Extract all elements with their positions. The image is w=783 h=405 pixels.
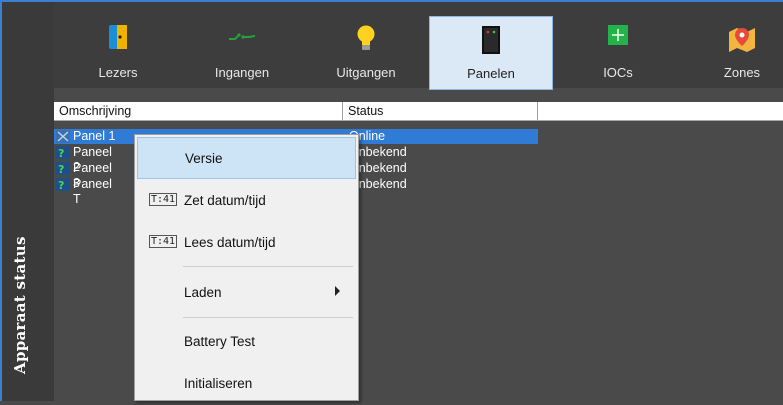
menu-item-label: Lees datum/tijd — [184, 235, 276, 250]
menu-item-label: Zet datum/tijd — [184, 193, 266, 208]
clock-icon: T:41 — [149, 235, 178, 248]
toolbar-button-lezers[interactable]: Lezers — [56, 16, 180, 90]
unknown-status-icon: ? — [56, 162, 70, 176]
toolbar-label: Lezers — [98, 65, 138, 80]
menu-item-label: Battery Test — [184, 334, 256, 349]
reader-icon — [108, 24, 128, 53]
row-name: Paneel T — [73, 177, 112, 206]
menu-item-versie[interactable]: Versie — [137, 137, 356, 179]
toolbar-label: IOCs — [603, 65, 633, 80]
map-pin-icon — [727, 24, 757, 55]
column-header-omschrijving[interactable]: Omschrijving — [54, 102, 343, 120]
svg-text:?: ? — [58, 147, 64, 159]
menu-item-label: Versie — [185, 151, 223, 166]
menu-separator — [183, 317, 353, 318]
toolbar: Lezers Ingangen Uitgangen Panelen IOCs Z… — [54, 2, 783, 90]
ioc-board-icon — [607, 24, 629, 49]
toolbar-button-iocs[interactable]: IOCs — [556, 16, 680, 90]
submenu-arrow-icon — [335, 286, 340, 296]
panel-online-icon — [56, 130, 70, 143]
menu-item-zet-datum-tijd[interactable]: T:41 Zet datum/tijd — [137, 180, 356, 222]
context-menu: Versie T:41 Zet datum/tijd T:41 Lees dat… — [134, 134, 359, 401]
sidebar: Apparaat status — [2, 2, 54, 401]
menu-item-initialiseren[interactable]: Initialiseren — [137, 363, 356, 405]
toolbar-button-ingangen[interactable]: Ingangen — [180, 16, 304, 90]
unknown-status-icon: ? — [56, 178, 70, 192]
list-header: Omschrijving Status — [54, 102, 783, 121]
toolbar-button-zones[interactable]: Zones — [680, 16, 783, 90]
toolbar-button-uitgangen[interactable]: Uitgangen — [304, 16, 428, 90]
svg-text:?: ? — [58, 163, 64, 175]
toolbar-button-panelen[interactable]: Panelen — [429, 16, 553, 90]
sidebar-title: Apparaat status — [11, 236, 29, 374]
unknown-status-icon: ? — [56, 146, 70, 160]
menu-item-label: Laden — [184, 285, 222, 300]
menu-item-lees-datum-tijd[interactable]: T:41 Lees datum/tijd — [137, 222, 356, 264]
clock-icon: T:41 — [149, 193, 178, 206]
svg-text:?: ? — [58, 179, 64, 191]
inputs-icon — [227, 24, 257, 53]
menu-separator — [183, 266, 353, 267]
menu-item-battery-test[interactable]: Battery Test — [137, 321, 356, 363]
toolbar-label: Ingangen — [214, 65, 270, 80]
column-header-status[interactable]: Status — [343, 102, 538, 120]
lightbulb-icon — [356, 24, 376, 55]
toolbar-label: Panelen — [467, 66, 515, 81]
toolbar-label: Zones — [723, 65, 761, 80]
menu-item-label: Initialiseren — [184, 376, 253, 391]
panel-icon — [481, 25, 501, 58]
row-name: Panel 1 — [73, 129, 116, 143]
menu-item-laden[interactable]: Laden — [137, 272, 356, 314]
toolbar-label: Uitgangen — [336, 65, 396, 80]
